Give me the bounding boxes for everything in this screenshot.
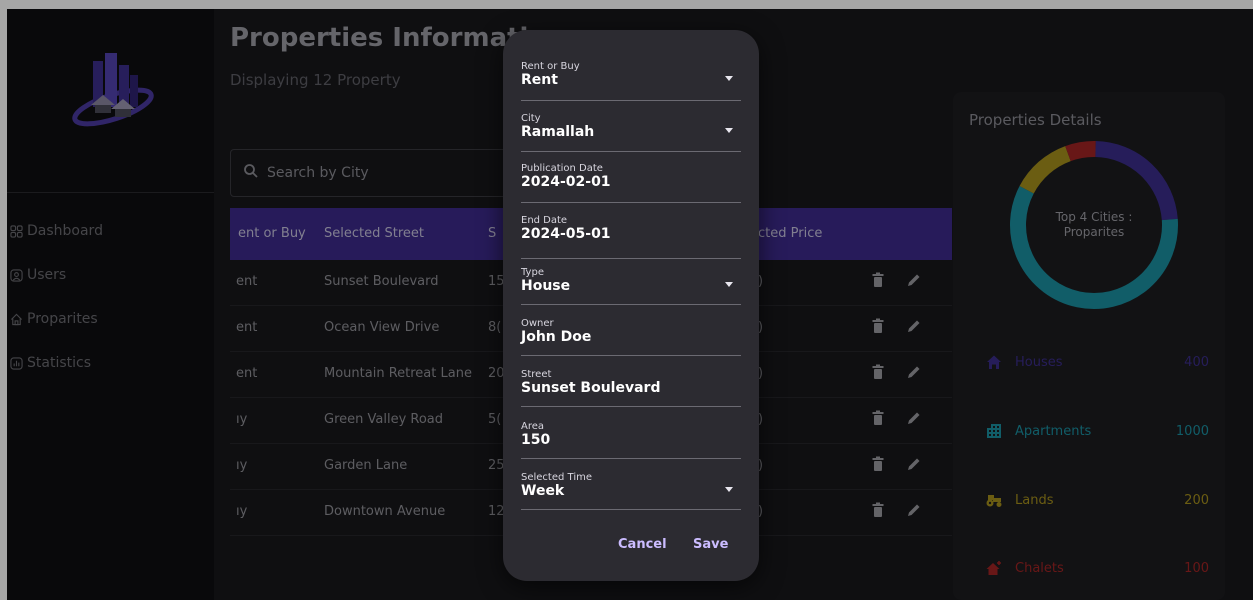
field-value: Ramallah: [521, 124, 595, 140]
city-select[interactable]: City Ramallah: [521, 113, 741, 152]
street-field[interactable]: Street Sunset Boulevard: [521, 369, 741, 407]
field-value: 2024-02-01: [521, 174, 611, 190]
field-label: Street: [521, 369, 552, 380]
caret-down-icon: [725, 128, 733, 133]
field-value: 2024-05-01: [521, 226, 611, 242]
field-value: 150: [521, 432, 551, 448]
selected-time-select[interactable]: Selected Time Week: [521, 472, 741, 510]
field-label: End Date: [521, 215, 568, 226]
field-label: Type: [521, 267, 544, 278]
field-label: Owner: [521, 318, 554, 329]
type-select[interactable]: Type House: [521, 267, 741, 305]
field-label: Rent or Buy: [521, 61, 580, 72]
caret-down-icon: [725, 487, 733, 492]
owner-field[interactable]: Owner John Doe: [521, 318, 741, 356]
field-value: Rent: [521, 72, 558, 88]
field-label: City: [521, 113, 541, 124]
save-button[interactable]: Save: [693, 537, 728, 552]
caret-down-icon: [725, 282, 733, 287]
cancel-button[interactable]: Cancel: [618, 537, 667, 552]
field-value: Sunset Boulevard: [521, 380, 661, 396]
rent-or-buy-select[interactable]: Rent or Buy Rent: [521, 61, 741, 101]
edit-property-dialog: Rent or Buy Rent City Ramallah Publicati…: [503, 30, 759, 581]
field-label: Area: [521, 421, 545, 432]
field-value: John Doe: [521, 329, 592, 345]
field-value: Week: [521, 483, 565, 499]
field-label: Selected Time: [521, 472, 593, 483]
publication-date-field[interactable]: Publication Date 2024-02-01: [521, 163, 741, 203]
area-field[interactable]: Area 150: [521, 421, 741, 459]
field-label: Publication Date: [521, 163, 603, 174]
end-date-field[interactable]: End Date 2024-05-01: [521, 215, 741, 259]
field-value: House: [521, 278, 571, 294]
caret-down-icon: [725, 76, 733, 81]
